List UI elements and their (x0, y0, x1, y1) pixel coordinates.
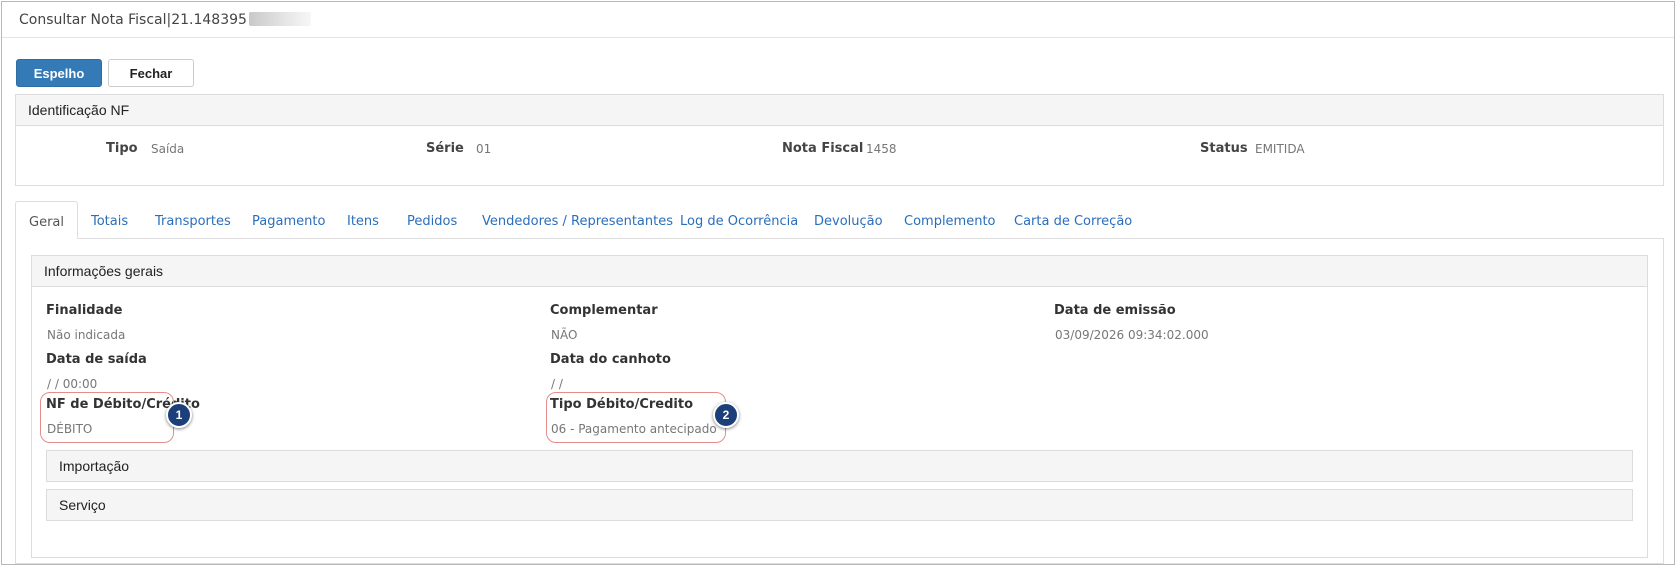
issue-date-label: Data de emissão (1054, 303, 1176, 318)
tab-pedidos[interactable]: Pedidos (407, 214, 457, 229)
close-button[interactable]: Fechar (108, 59, 194, 87)
complementary-value: NÃO (551, 328, 578, 342)
receipt-date-label: Data do canhoto (550, 352, 671, 367)
purpose-label: Finalidade (46, 303, 123, 318)
series-label: Série (426, 141, 464, 156)
tab-geral[interactable]: Geral (15, 201, 78, 239)
window-title-text: Consultar Nota Fiscal|21.148395 (19, 12, 247, 28)
window-title: Consultar Nota Fiscal|21.148395 (19, 12, 311, 28)
tab-content: Informações gerais Finalidade Não indica… (15, 238, 1664, 564)
tab-bar: Geral Totais Transportes Pagamento Itens… (15, 201, 1664, 239)
tab-itens[interactable]: Itens (347, 214, 379, 229)
invoice-number-label: Nota Fiscal (782, 141, 864, 156)
highlight-debit-credit-type (546, 392, 726, 443)
annotation-badge-1: 1 (166, 402, 192, 428)
annotation-badge-2: 2 (713, 402, 739, 428)
tab-complemento[interactable]: Complemento (904, 214, 996, 229)
purpose-value: Não indicada (47, 328, 126, 342)
type-label: Tipo (106, 141, 138, 156)
receipt-date-value: / / (551, 377, 563, 391)
general-info-heading: Informações gerais (32, 256, 1647, 287)
complementary-label: Complementar (550, 303, 658, 318)
invoice-number-value: 1458 (866, 142, 897, 156)
tab-pagamento[interactable]: Pagamento (252, 214, 325, 229)
mirror-button[interactable]: Espelho (16, 59, 102, 87)
type-value: Saída (151, 142, 185, 156)
highlight-debit-credit-nf (40, 392, 174, 443)
redacted-blur (248, 12, 311, 26)
issue-date-value: 03/09/2026 09:34:02.000 (1055, 328, 1209, 342)
tab-devolucao[interactable]: Devolução (814, 214, 883, 229)
tab-log-ocorrencia[interactable]: Log de Ocorrência (680, 214, 798, 229)
tab-totais[interactable]: Totais (91, 214, 128, 229)
status-label: Status (1200, 141, 1248, 156)
window-frame: Consultar Nota Fiscal|21.148395 Espelho … (1, 1, 1675, 565)
tab-carta-correcao[interactable]: Carta de Correção (1014, 214, 1132, 229)
tab-transportes[interactable]: Transportes (155, 214, 231, 229)
status-value: EMITIDA (1255, 142, 1305, 156)
identification-panel: Identificação NF Tipo Saída Série 01 Not… (15, 94, 1664, 186)
exit-date-value: / / 00:00 (47, 377, 98, 391)
identification-heading: Identificação NF (16, 95, 1663, 126)
exit-date-label: Data de saída (46, 352, 147, 367)
import-section[interactable]: Importação (46, 450, 1633, 482)
general-info-panel: Informações gerais Finalidade Não indica… (31, 255, 1648, 558)
title-bar: Consultar Nota Fiscal|21.148395 (2, 2, 1674, 38)
tab-vendedores[interactable]: Vendedores / Representantes (482, 214, 673, 229)
service-section[interactable]: Serviço (46, 489, 1633, 521)
series-value: 01 (476, 142, 492, 156)
